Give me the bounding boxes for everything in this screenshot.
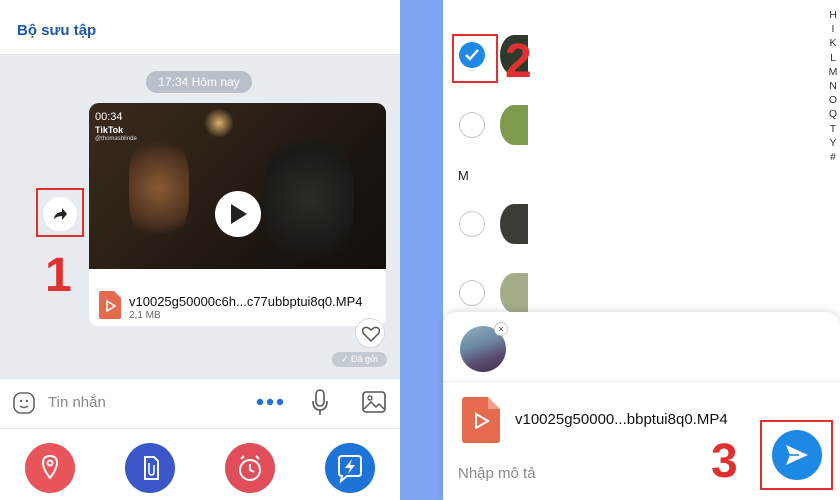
panel-divider [400,0,443,500]
description-input[interactable]: Nhập mô tả [458,465,536,482]
heart-icon [362,326,380,342]
video-file-size: 2,1 MB [129,310,161,321]
contact-avatar [500,273,528,313]
tiktok-watermark: TikTok [95,125,124,135]
react-heart-button[interactable] [355,318,385,348]
play-icon [231,204,247,224]
section-letter: M [458,168,469,183]
contact-checkbox[interactable] [459,211,485,237]
alarm-clock-icon [239,455,261,481]
location-pin-icon [41,454,59,480]
quick-message-button[interactable] [325,443,375,493]
paperclip-icon [144,456,159,480]
step3-label: 3 [711,435,738,488]
video-file-icon [462,397,500,443]
video-file-name: v10025g50000c6h...c77ubbptui8q0.MP4 [129,294,363,309]
video-message[interactable]: 00:34 TikTok @thomasblinde [89,103,386,326]
index-letter[interactable]: # [827,150,839,164]
index-letter[interactable]: N [827,79,839,93]
index-letter[interactable]: L [827,51,839,65]
more-options-icon[interactable] [256,397,284,407]
image-icon[interactable] [361,390,387,414]
remove-recipient-button[interactable]: × [494,322,508,336]
time-divider: 17:34 Hôm nay [146,71,252,93]
index-letter[interactable]: Q [827,107,839,121]
index-letter[interactable]: O [827,93,839,107]
index-letter[interactable]: H [827,8,839,22]
index-letter[interactable]: M [827,65,839,79]
step2-highlight [452,34,498,83]
sheet-separator [443,381,840,382]
index-letter[interactable]: T [827,122,839,136]
play-button[interactable] [215,191,261,237]
sent-status-badge: ✓ Đã gửi [332,352,387,367]
alphabet-index[interactable]: H I K L M N O Q T Y # [827,8,839,164]
video-file-icon [99,291,121,319]
send-button[interactable] [772,430,822,480]
share-file-name: v10025g50000...bbptui8q0.MP4 [515,411,728,428]
video-thumbnail[interactable]: 00:34 TikTok @thomasblinde [89,103,386,269]
flash-chat-icon [338,455,362,484]
collection-title: Bộ sưu tập [17,22,97,39]
step2-label: 2 [505,35,532,88]
step1-highlight [36,188,84,237]
contact-avatar [500,105,528,145]
watermark-handle: @thomasblinde [95,136,137,142]
index-letter[interactable]: I [827,22,839,36]
contact-list-blur [506,0,722,312]
reminder-button[interactable] [225,443,275,493]
index-letter[interactable]: K [827,36,839,50]
step1-label: 1 [45,249,72,302]
contact-avatar [500,204,528,244]
sticker-icon[interactable] [12,391,36,415]
message-input[interactable]: Tin nhắn [48,394,106,411]
video-duration: 00:34 [95,111,123,123]
contact-checkbox[interactable] [459,112,485,138]
document-button[interactable] [125,443,175,493]
send-arrow-icon [786,445,808,465]
contact-checkbox[interactable] [459,280,485,306]
microphone-icon[interactable] [311,389,329,417]
index-letter[interactable]: Y [827,136,839,150]
location-button[interactable] [25,443,75,493]
